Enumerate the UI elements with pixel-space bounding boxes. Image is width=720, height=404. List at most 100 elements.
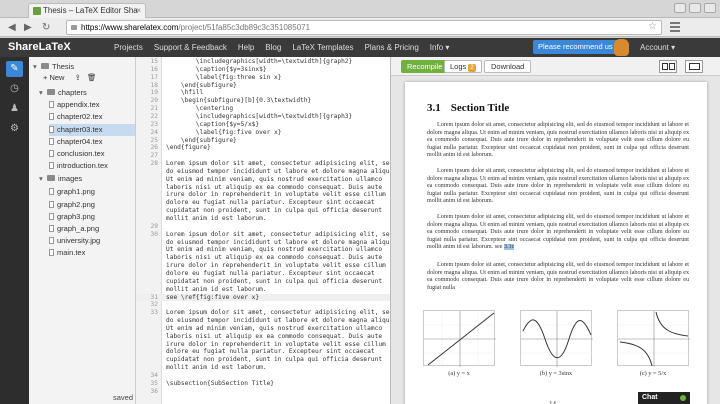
code-editor[interactable]: 15 \includegraphics[width=\textwidth]{gr…: [136, 57, 391, 404]
nav-projects[interactable]: Projects: [114, 43, 143, 52]
code-line[interactable]: 27: [136, 152, 390, 160]
folder-item[interactable]: ▾ chapters: [39, 87, 135, 99]
code-line[interactable]: mollit anim id est laborum.: [136, 286, 390, 294]
file-item[interactable]: main.tex: [49, 247, 135, 259]
code-line[interactable]: dolore eu fugiat nulla pariatur. Excepte…: [136, 348, 390, 356]
history-icon[interactable]: ◷: [6, 81, 23, 97]
back-arrow-icon[interactable]: ◀: [8, 22, 16, 33]
figure-reference[interactable]: 3.1c: [504, 244, 515, 251]
edit-icon[interactable]: ✎: [6, 61, 23, 77]
folder-icon: [47, 89, 55, 95]
code-line[interactable]: 15 \includegraphics[width=\textwidth]{gr…: [136, 58, 390, 66]
browser-tab[interactable]: Thesis – LaTeX Editor Sha ×: [28, 3, 146, 18]
file-item[interactable]: chapter04.tex: [49, 136, 135, 148]
code-line[interactable]: mollit anim id est laborum.: [136, 215, 390, 223]
code-line[interactable]: irure dolor in reprehenderit in voluptat…: [136, 191, 390, 199]
pdf-preview[interactable]: 3.1 Section Title Lorem ipsum dolor sit a…: [391, 76, 720, 404]
nav-help[interactable]: Help: [238, 43, 254, 52]
full-layout-icon[interactable]: [685, 60, 703, 73]
code-line[interactable]: 34: [136, 372, 390, 380]
code-line[interactable]: do eiusmod tempor incididunt ut labore e…: [136, 239, 390, 247]
code-line[interactable]: 17 \label{fig:three sin x}: [136, 74, 390, 82]
browser-menu-icon[interactable]: [670, 22, 680, 34]
code-line[interactable]: laboris nisi ut aliquip ex ea commodo co…: [136, 333, 390, 341]
code-line[interactable]: 24 \label{fig:five over x}: [136, 129, 390, 137]
code-line[interactable]: Ut enim ad minim veniam, quis nostrud ex…: [136, 246, 390, 254]
nav-templates[interactable]: LaTeX Templates: [292, 43, 353, 52]
code-line[interactable]: Ut enim ad minim veniam, quis nostrud ex…: [136, 325, 390, 333]
file-item[interactable]: appendix.tex: [49, 99, 135, 111]
file-item[interactable]: graph2.png: [49, 199, 135, 211]
file-item[interactable]: introduction.tex: [49, 160, 135, 172]
code-line-active[interactable]: 31 see \ref{fig:five over x}: [136, 293, 390, 302]
collapse-caret-icon[interactable]: ▾: [39, 87, 47, 99]
file-tree: ▾ Thesis + New ⇪ 🗑 ▾ chapters appendix.tex c…: [29, 57, 136, 404]
code-line[interactable]: 33 Lorem ipsum dolor sit amet, consectetu…: [136, 309, 390, 317]
nav-plans[interactable]: Plans & Pricing: [365, 43, 419, 52]
collapse-caret-icon[interactable]: ▾: [39, 173, 47, 185]
code-line[interactable]: mollit anim id est laborum.: [136, 364, 390, 372]
code-line[interactable]: 29: [136, 223, 390, 231]
file-item[interactable]: university.jpg: [49, 235, 135, 247]
code-line[interactable]: 22 \includegraphics[width=\textwidth]{gr…: [136, 113, 390, 121]
download-button[interactable]: Download: [484, 60, 532, 73]
file-item[interactable]: graph_a.png: [49, 223, 135, 235]
close-tab-icon[interactable]: ×: [136, 4, 141, 18]
nav-support[interactable]: Support & Feedback: [154, 43, 227, 52]
code-line[interactable]: dolore eu fugiat nulla pariatur. Excepte…: [136, 270, 390, 278]
code-line[interactable]: laboris nisi ut aliquip ex ea commodo co…: [136, 184, 390, 192]
code-line[interactable]: 20 \begin{subfigure}[b]{0.3\textwidth}: [136, 97, 390, 105]
code-line[interactable]: laboris nisi ut aliquip ex ea commodo co…: [136, 254, 390, 262]
file-item[interactable]: graph1.png: [49, 186, 135, 198]
code-line[interactable]: cupidatat non proident, sunt in culpa qu…: [136, 356, 390, 364]
code-line[interactable]: 18 \end{subfigure}: [136, 82, 390, 90]
code-line[interactable]: 21 \centering: [136, 105, 390, 113]
recommend-button[interactable]: Please recommend us: [533, 40, 618, 54]
code-line[interactable]: 30 Lorem ipsum dolor sit amet, consectetu…: [136, 231, 390, 239]
reload-icon[interactable]: ↻: [42, 22, 50, 33]
maximize-button[interactable]: [689, 3, 701, 13]
settings-gear-icon[interactable]: ⚙: [6, 121, 23, 137]
app-logo[interactable]: ShareLaTeX: [8, 41, 71, 53]
code-line[interactable]: 23 \caption{$y=5/x$}: [136, 121, 390, 129]
code-line[interactable]: Ut enim ad minim veniam, quis nostrud ex…: [136, 176, 390, 184]
code-line[interactable]: irure dolor in reprehenderit in voluptat…: [136, 262, 390, 270]
code-line[interactable]: irure dolor in reprehenderit in voluptat…: [136, 341, 390, 349]
new-file-button[interactable]: + New: [43, 73, 64, 82]
address-bar[interactable]: https://www.sharelatex.com/project/51fa8…: [66, 20, 662, 35]
code-line[interactable]: cupidatat non proident, sunt in culpa qu…: [136, 278, 390, 286]
file-item[interactable]: chapter02.tex: [49, 111, 135, 123]
code-line[interactable]: 32: [136, 301, 390, 309]
code-line[interactable]: do eiusmod tempor incididunt ut labore e…: [136, 168, 390, 176]
nav-info[interactable]: Info ▾: [430, 43, 450, 52]
section-heading: 3.1 Section Title: [427, 102, 509, 114]
share-icon[interactable]: ♟: [6, 101, 23, 117]
code-line[interactable]: do eiusmod tempor incididunt ut labore e…: [136, 317, 390, 325]
code-text: \end{subfigure}: [166, 136, 237, 144]
file-item[interactable]: graph3.png: [49, 211, 135, 223]
bookmark-star-icon[interactable]: ☆: [648, 21, 657, 32]
code-line[interactable]: 26 \end{figure}: [136, 144, 390, 152]
code-line[interactable]: 19 \hfill: [136, 89, 390, 97]
code-line[interactable]: dolore eu fugiat nulla pariatur. Excepte…: [136, 199, 390, 207]
code-line[interactable]: cupidatat non proident, sunt in culpa qu…: [136, 207, 390, 215]
code-line[interactable]: 16 \caption{$y=3sinx$}: [136, 66, 390, 74]
recompile-button[interactable]: Recompile: [401, 60, 449, 73]
upload-icon[interactable]: ⇪: [75, 73, 81, 82]
nav-blog[interactable]: Blog: [265, 43, 281, 52]
logs-button[interactable]: Logs 2: [444, 60, 482, 73]
code-line[interactable]: 36: [136, 388, 390, 396]
code-line[interactable]: 35 \subsection{SubSection Title}: [136, 380, 390, 388]
chat-button[interactable]: Chat: [638, 392, 690, 404]
file-item[interactable]: conclusion.tex: [49, 148, 135, 160]
file-item[interactable]: chapter03.tex: [49, 123, 135, 136]
code-line[interactable]: 25 \end{subfigure}: [136, 136, 390, 145]
forward-arrow-icon[interactable]: ▶: [24, 22, 32, 33]
close-window-button[interactable]: [704, 3, 716, 13]
account-menu[interactable]: Account ▾: [640, 43, 675, 52]
minimize-button[interactable]: [674, 3, 686, 13]
code-line[interactable]: 28 Lorem ipsum dolor sit amet, consectetu…: [136, 160, 390, 168]
split-layout-icon[interactable]: [659, 60, 677, 73]
delete-icon[interactable]: 🗑: [87, 73, 97, 82]
folder-item[interactable]: ▾ images: [39, 173, 135, 185]
